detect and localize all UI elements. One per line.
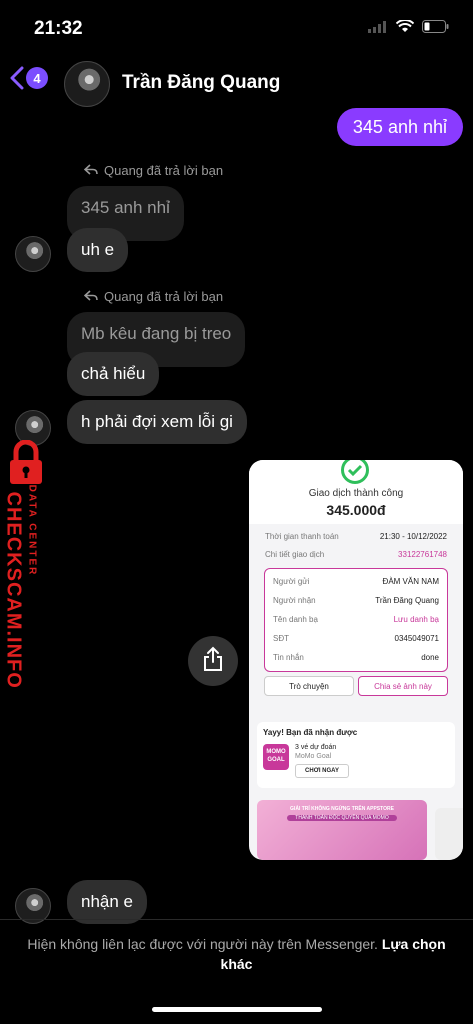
receipt-phone-row: SĐT 0345049071 [273,634,439,643]
unread-badge: 4 [26,67,48,89]
receipt-time-value: 21:30 - 10/12/2022 [379,532,447,541]
contact-avatar[interactable] [64,61,110,107]
promo-card: Yayy! Bạn đã nhận được MOMO GOAL 3 vé dự… [257,722,455,788]
promo-line2: MoMo Goal [295,753,332,760]
reply-icon [83,163,98,178]
receipt-phone-label: SĐT [273,634,289,643]
banner-line2: THANH TOÁN ĐỘC QUYỀN QUA MOMO [287,815,397,821]
receipt-message-value: done [421,653,439,662]
share-button[interactable] [188,636,238,686]
reply-indicator: Quang đã trả lời bạn [83,163,224,178]
receipt-time-row: Thời gian thanh toán 21:30 - 10/12/2022 [265,532,447,541]
promo-banner-next [435,808,463,860]
incoming-message[interactable]: uh e [67,228,129,272]
incoming-message[interactable]: h phải đợi xem lỗi gi [67,400,247,444]
outgoing-message[interactable]: 345 anh nhỉ [336,108,463,146]
promo-title: Yayy! Bạn đã nhận được [263,728,358,737]
watermark-subtitle: DATA CENTER [26,484,38,577]
receipt-receiver-label: Người nhận [273,596,316,605]
receipt-detail-row: Chi tiết giao dịch 33122761748 [265,550,447,559]
receipt-detail-value: 33122761748 [398,550,447,559]
watermark-text: CHECKSCAM.INFO [2,491,25,689]
status-icons [368,19,449,38]
receipt-header: Giao dịch thành công 345.000đ [249,460,463,524]
receipt-receiver-value: Trần Đăng Quang [375,596,439,605]
receipt-contact-label: Tên danh bạ [273,615,318,624]
receipt-sender-value: ĐÀM VĂN NAM [382,577,439,586]
incoming-message[interactable]: nhận e [67,880,147,924]
receipt-message-row: Tin nhắn done [273,653,439,662]
incoming-message[interactable]: chả hiểu [67,352,160,396]
wifi-icon [395,19,415,38]
contact-name[interactable]: Trần Đăng Quang [122,72,280,94]
promo-line1: 3 vé dự đoán [295,744,337,751]
receipt-details-box: Người gửi ĐÀM VĂN NAM Người nhận Trần Đă… [264,568,448,672]
receipt-phone-value: 0345049071 [394,634,440,643]
receipt-sender-row: Người gửi ĐÀM VĂN NAM [273,577,439,586]
receipt-detail-label: Chi tiết giao dịch [265,550,325,559]
receipt-time-label: Thời gian thanh toán [265,532,339,541]
receipt-image[interactable]: Giao dịch thành công 345.000đ Thời gian … [249,460,463,860]
banner-line1: GIẢI TRÍ KHÔNG NGỪNG TRÊN APPSTORE [290,806,394,812]
reply-label: Quang đã trả lời bạn [104,289,224,304]
signal-icon [368,20,388,38]
footer-divider [0,919,473,920]
receipt-amount: 345.000đ [326,502,386,518]
reply-indicator: Quang đã trả lời bạn [83,289,224,304]
back-button[interactable]: 4 [10,66,48,90]
reply-icon [83,289,98,304]
promo-play-button: CHƠI NGAY [295,764,349,778]
battery-icon [422,20,449,38]
receipt-message-label: Tin nhắn [273,653,304,662]
notice-text: Hiện không liên lạc được với người này t… [27,936,378,952]
receipt-sender-label: Người gửi [273,577,310,586]
momo-goal-icon: MOMO GOAL [263,744,289,770]
receipt-receiver-row: Người nhận Trần Đăng Quang [273,596,439,605]
reply-label: Quang đã trả lời bạn [104,163,224,178]
chevron-left-icon [10,66,24,90]
receipt-chat-button: Trò chuyện [264,676,354,696]
unavailable-notice: Hiện không liên lạc được với người này t… [20,934,453,974]
sender-avatar [15,236,51,272]
receipt-status: Giao dịch thành công [308,488,404,499]
receipt-contact-row: Tên danh bạ Lưu danh bạ [273,615,439,624]
status-time: 21:32 [34,18,83,39]
home-indicator [152,1007,322,1012]
share-icon [202,646,224,677]
promo-banner: GIẢI TRÍ KHÔNG NGỪNG TRÊN APPSTORE THANH… [257,800,427,860]
receipt-contact-value: Lưu danh bạ [393,615,439,624]
receipt-share-button: Chia sẻ ảnh này [358,676,448,696]
check-icon [341,460,369,484]
